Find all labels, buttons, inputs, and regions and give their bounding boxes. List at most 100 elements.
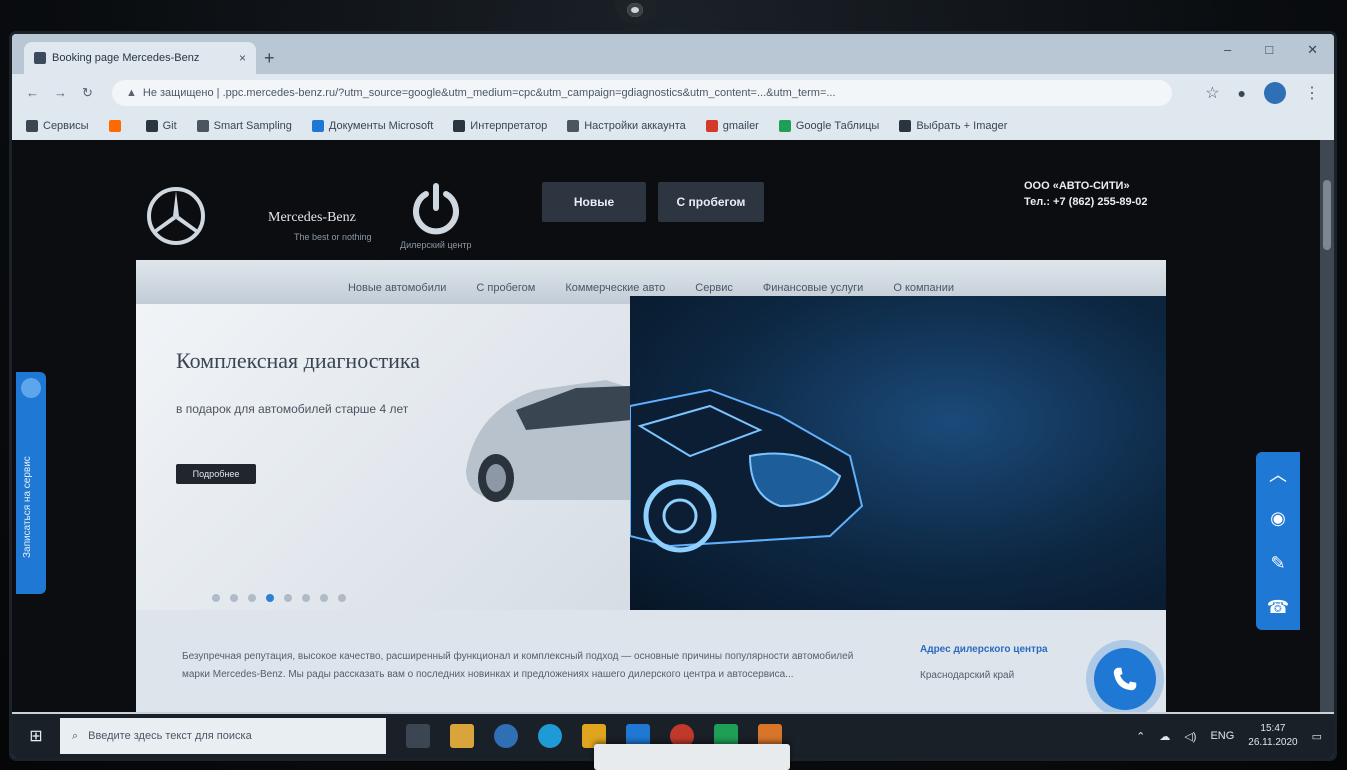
hero-nav-item[interactable]: Новые автомобили bbox=[348, 282, 446, 294]
power-icon[interactable] bbox=[408, 180, 464, 236]
language-indicator[interactable]: ENG bbox=[1210, 730, 1234, 742]
clock-time: 15:47 bbox=[1260, 723, 1286, 734]
bookmark-item[interactable]: Выбрать + Imager bbox=[899, 120, 1007, 132]
slide-dot[interactable] bbox=[338, 594, 346, 602]
new-cars-button[interactable]: Новые bbox=[542, 182, 646, 222]
monitor-screen: Booking page Mercedes-Benz × + – □ ✕ ← →… bbox=[12, 34, 1334, 758]
maximize-button[interactable]: □ bbox=[1265, 42, 1273, 58]
extension-icon[interactable]: ● bbox=[1238, 85, 1246, 101]
bookmark-label: Smart Sampling bbox=[213, 120, 292, 132]
hero-slide-left: Комплексная диагностика в подарок для ав… bbox=[136, 304, 630, 610]
hero-nav-item[interactable]: О компании bbox=[893, 282, 954, 294]
hero-nav-item[interactable]: Коммерческие авто bbox=[565, 282, 665, 294]
lock-icon: ▲ bbox=[126, 87, 137, 99]
browser-menu-icon[interactable]: ⋮ bbox=[1304, 83, 1320, 103]
page-scrollbar[interactable] bbox=[1320, 140, 1334, 712]
brand-name: Mercedes-Benz bbox=[268, 210, 356, 225]
url-field[interactable]: ▲ Не защищено | .ppc.mercedes-benz.ru/?ut… bbox=[112, 80, 1172, 106]
bookmark-label: Git bbox=[162, 120, 177, 132]
minimize-button[interactable]: – bbox=[1224, 42, 1231, 58]
close-window-button[interactable]: ✕ bbox=[1307, 42, 1318, 58]
wrench-icon[interactable]: ✎ bbox=[1263, 548, 1293, 578]
bookmark-item[interactable]: Git bbox=[145, 120, 177, 132]
slide-dot[interactable] bbox=[248, 594, 256, 602]
bookmark-item[interactable]: Сервисы bbox=[26, 120, 89, 132]
dealer-tagline: Дилерский центр bbox=[400, 240, 472, 250]
bookmark-label: Документы Microsoft bbox=[328, 120, 434, 132]
edge-icon[interactable] bbox=[538, 724, 562, 748]
calendar-icon bbox=[21, 378, 41, 398]
hero-nav-item[interactable]: Сервис bbox=[695, 282, 733, 294]
brand-tagline: The best or nothing bbox=[294, 232, 372, 242]
forward-arrow-icon[interactable]: → bbox=[54, 85, 67, 100]
tab-close-icon[interactable]: × bbox=[239, 51, 246, 65]
bookmark-item[interactable]: gmailer bbox=[705, 120, 759, 132]
used-cars-button[interactable]: С пробегом bbox=[658, 182, 764, 222]
taskbar-clock[interactable]: 15:47 26.11.2020 bbox=[1248, 722, 1297, 750]
info-side-title[interactable]: Адрес дилерского центра bbox=[920, 644, 1048, 655]
chevron-up-icon[interactable]: ︿ bbox=[1263, 459, 1293, 489]
paper-note bbox=[594, 744, 790, 770]
phone-icon bbox=[1113, 667, 1137, 691]
tray-chevron-icon[interactable]: ⌃ bbox=[1136, 730, 1145, 743]
windows-start-icon[interactable]: ⊞ bbox=[12, 714, 60, 758]
taskbar-search[interactable]: ⌕ Введите здесь текст для поиска bbox=[60, 718, 386, 754]
bookmark-item[interactable]: Google Таблицы bbox=[778, 120, 879, 132]
bookmark-icon bbox=[567, 120, 580, 132]
slide-more-button[interactable]: Подробнее bbox=[176, 464, 256, 484]
slide-subtitle: в подарок для автомобилей старше 4 лет bbox=[176, 402, 409, 416]
window-controls: – □ ✕ bbox=[1224, 42, 1318, 58]
info-section: Безупречная репутация, высокое качество,… bbox=[136, 610, 1166, 712]
slide-dot[interactable] bbox=[320, 594, 328, 602]
task-view-icon[interactable] bbox=[406, 724, 430, 748]
slide-dot[interactable] bbox=[212, 594, 220, 602]
tab-title: Booking page Mercedes-Benz bbox=[52, 52, 200, 64]
bookmark-label: Сервисы bbox=[43, 120, 89, 132]
browser-tab[interactable]: Booking page Mercedes-Benz × bbox=[24, 42, 256, 74]
chrome-icon[interactable] bbox=[494, 724, 518, 748]
search-icon: ⌕ bbox=[72, 729, 79, 742]
notification-icon[interactable]: ▭ bbox=[1312, 730, 1322, 743]
hero-nav-item[interactable]: Финансовые услуги bbox=[763, 282, 863, 294]
new-tab-button[interactable]: + bbox=[264, 48, 275, 69]
store-icon[interactable] bbox=[450, 724, 474, 748]
bookmark-item[interactable] bbox=[108, 120, 126, 132]
service-signup-tab[interactable]: Записаться на сервис bbox=[16, 372, 46, 594]
bookmark-label: Интерпретатор bbox=[470, 120, 548, 132]
slide-dot[interactable] bbox=[302, 594, 310, 602]
dealer-name: ООО «АВТО-СИТИ» bbox=[1024, 180, 1130, 192]
car-icon[interactable]: ◉ bbox=[1263, 504, 1293, 534]
bookmark-icon bbox=[196, 120, 209, 132]
bookmark-icon bbox=[778, 120, 791, 132]
callback-bubble[interactable] bbox=[1094, 648, 1156, 710]
hero-nav-item[interactable]: С пробегом bbox=[476, 282, 535, 294]
bookmark-item[interactable]: Интерпретатор bbox=[453, 120, 547, 132]
hero-slide-right bbox=[630, 296, 1166, 610]
volume-icon[interactable]: ◁) bbox=[1184, 730, 1196, 743]
back-arrow-icon[interactable]: ← bbox=[26, 85, 39, 100]
scrollbar-thumb[interactable] bbox=[1323, 180, 1331, 250]
reload-icon[interactable]: ↻ bbox=[82, 85, 93, 101]
bookmarks-bar: Сервисы Git Smart Sampling Документы Micros… bbox=[12, 112, 1334, 140]
phone-icon[interactable]: ☎ bbox=[1263, 593, 1293, 623]
address-bar-icons: ☆ ● ⋮ bbox=[1205, 82, 1320, 104]
bookmark-icon bbox=[108, 120, 121, 132]
slide-dot[interactable] bbox=[284, 594, 292, 602]
bookmark-icon bbox=[453, 120, 466, 132]
bookmark-star-icon[interactable]: ☆ bbox=[1205, 83, 1219, 103]
dealer-phone[interactable]: Тел.: +7 (862) 255-89-02 bbox=[1024, 194, 1148, 210]
bookmark-label: gmailer bbox=[722, 120, 759, 132]
slide-dot[interactable] bbox=[266, 594, 274, 602]
bookmark-item[interactable]: Документы Microsoft bbox=[311, 120, 434, 132]
dealer-contact: ООО «АВТО-СИТИ» Тел.: +7 (862) 255-89-02 bbox=[1024, 178, 1148, 210]
slide-dot[interactable] bbox=[230, 594, 238, 602]
bookmark-item[interactable]: Smart Sampling bbox=[196, 120, 292, 132]
network-icon[interactable]: ☁ bbox=[1159, 730, 1170, 743]
mercedes-star-logo[interactable] bbox=[146, 186, 206, 246]
profile-avatar[interactable] bbox=[1264, 82, 1286, 104]
silver-car-image bbox=[466, 380, 630, 502]
bookmark-item[interactable]: Настройки аккаунта bbox=[567, 120, 686, 132]
right-action-widget: ︿ ◉ ✎ ☎ bbox=[1256, 452, 1300, 630]
web-page: Mercedes-Benz The best or nothing Дилерс… bbox=[12, 140, 1334, 712]
bookmark-label: Настройки аккаунта bbox=[584, 120, 686, 132]
